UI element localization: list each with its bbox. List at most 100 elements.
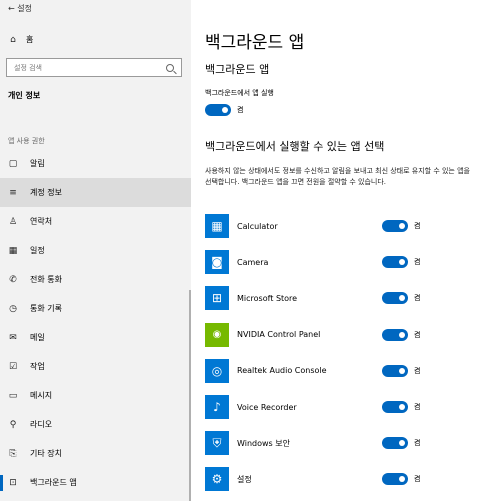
app-name: Microsoft Store [237,293,298,303]
home-label: 홈 [26,35,34,44]
app-toggle[interactable] [382,473,408,486]
app-name: Voice Recorder [237,402,297,412]
app-toggle-group: 켬 [382,473,421,486]
sidebar-item[interactable]: ⚲ 라디오 [0,410,191,439]
app-toggle-group: 켬 [382,220,421,233]
home-link[interactable]: ⌂ 홈 [8,34,33,45]
contacts-icon: ♙ [8,216,18,227]
background-toggle-state: 켬 [237,106,244,114]
camera-icon: ◙ [205,250,229,275]
group-label: 앱 사용 권한 [8,137,45,145]
bell-icon: ▢ [8,158,18,169]
sidebar-item-label: 통화 기록 [30,304,62,313]
app-toggle[interactable] [382,328,408,341]
tasks-icon: ☑ [8,361,18,372]
sidebar-item-label: 백그라운드 앱 [30,478,77,487]
sidebar-item[interactable]: ✉ 메일 [0,323,191,352]
app-list: ▦ Calculator 켬 ◙ Camera 켬 ⊞ Microsoft Store 켬 ◉ NV… [205,208,495,498]
app-name: 설정 [237,474,252,484]
sidebar-item[interactable]: ⊡ 백그라운드 앱 [0,468,191,497]
section-title: 개인 정보 [8,91,41,100]
background-apps-icon: ⊡ [9,477,17,488]
sidebar-item-label: 기타 장치 [30,449,62,458]
voice-recorder-icon: ♪ [205,395,229,420]
app-row: ⊞ Microsoft Store 켬 [205,280,495,316]
sidebar-item-label: 전화 통화 [30,275,62,284]
radio-icon: ⚲ [9,419,17,430]
sidebar-item-label: 메시지 [30,391,53,400]
search-icon[interactable] [166,63,174,72]
nvidia-icon: ◉ [205,322,229,347]
sidebar-item-label: 라디오 [30,420,53,429]
store-icon: ⊞ [205,286,229,311]
sidebar-item-label: 연락처 [30,217,53,226]
calculator-icon: ▦ [205,214,229,239]
app-toggle-state: 켬 [414,439,421,448]
sidebar-item-label: 일정 [30,246,45,255]
app-toggle[interactable] [382,292,408,305]
app-toggle-state: 켬 [414,475,421,484]
app-name: Calculator [237,221,278,231]
app-name: Windows 보안 [237,438,290,448]
calendar-icon: ▦ [8,245,18,256]
app-row: ◙ Camera 켬 [205,244,495,280]
app-name: Camera [237,257,269,267]
sidebar-item[interactable]: ≡ 계정 정보 [0,178,191,207]
app-toggle[interactable] [382,437,408,450]
home-icon: ⌂ [10,34,16,45]
sidebar-item[interactable]: ▦ 일정 [0,236,191,265]
main-panel: 백그라운드 앱 백그라운드 앱 백그라운드에서 앱 실행 켬 백그라운드에서 실… [191,0,500,501]
background-apps-toggle[interactable] [205,104,231,116]
app-toggle-group: 켬 [382,437,421,450]
app-toggle-state: 켬 [414,258,421,267]
settings-gear-icon: ⚙ [205,467,229,492]
mail-icon: ✉ [9,332,17,343]
select-apps-heading: 백그라운드에서 실행할 수 있는 앱 선택 [205,140,385,153]
sidebar-item-label: 알림 [30,159,45,168]
app-name: NVIDIA Control Panel [237,330,321,340]
back-button[interactable]: ← 설정 [8,3,32,14]
app-toggle-group: 켬 [382,256,421,269]
app-toggle[interactable] [382,401,408,414]
app-toggle[interactable] [382,220,408,233]
sidebar-item[interactable]: ⎘ 기타 장치 [0,439,191,468]
app-toggle[interactable] [382,364,408,377]
page-title: 백그라운드 앱 [205,33,305,53]
app-toggle-state: 켬 [414,330,421,339]
sidebar-nav: ▢ 알림 ≡ 계정 정보 ♙ 연락처 ▦ 일정 ✆ 전화 통화 ◷ 통화 기록 ✉ 메일 ☑ 작업 ▭ 메시지 ⚲ 라… [0,149,191,497]
app-row: ♪ Voice Recorder 켬 [205,389,495,425]
description-text: 사용하지 않는 상태에서도 정보를 수신하고 알림을 보내고 최신 상태로 유지… [205,167,470,186]
app-toggle-group: 켬 [382,292,421,305]
app-row: ⛨ Windows 보안 켬 [205,425,495,461]
app-toggle-state: 켬 [414,294,421,303]
account-info-icon: ≡ [9,187,17,198]
sidebar-item-label: 메일 [30,333,45,342]
app-toggle-group: 켬 [382,364,421,377]
shield-icon: ⛨ [205,431,229,456]
phone-icon: ✆ [9,274,17,285]
background-toggle-row: 켬 [205,104,243,116]
search-input[interactable]: 설정 검색 [6,58,182,77]
app-toggle-state: 켬 [414,222,421,231]
app-toggle-state: 켬 [414,366,421,375]
history-icon: ◷ [9,303,17,314]
sidebar-item[interactable]: ◷ 통화 기록 [0,294,191,323]
sidebar-item-label: 작업 [30,362,45,371]
app-name: Realtek Audio Console [237,366,327,376]
sidebar-item-label: 계정 정보 [30,188,62,197]
sidebar-item[interactable]: ▭ 메시지 [0,381,191,410]
sidebar: ← 설정 ⌂ 홈 설정 검색 개인 정보 앱 사용 권한 ▢ 알림 ≡ 계정 정보 ♙ 연… [0,0,191,501]
sidebar-item[interactable]: ♙ 연락처 [0,207,191,236]
sidebar-item[interactable]: ✆ 전화 통화 [0,265,191,294]
background-toggle-label: 백그라운드에서 앱 실행 [205,89,274,97]
app-toggle-group: 켬 [382,328,421,341]
app-row: ⚙ 설정 켬 [205,461,495,497]
sidebar-item[interactable]: ▢ 알림 [0,149,191,178]
section-heading: 백그라운드 앱 [205,63,270,76]
app-toggle-group: 켬 [382,401,421,414]
sidebar-item[interactable]: ☑ 작업 [0,352,191,381]
message-icon: ▭ [8,390,18,401]
app-toggle[interactable] [382,256,408,269]
app-toggle-state: 켬 [414,403,421,412]
app-row: ◉ NVIDIA Control Panel 켬 [205,317,495,353]
